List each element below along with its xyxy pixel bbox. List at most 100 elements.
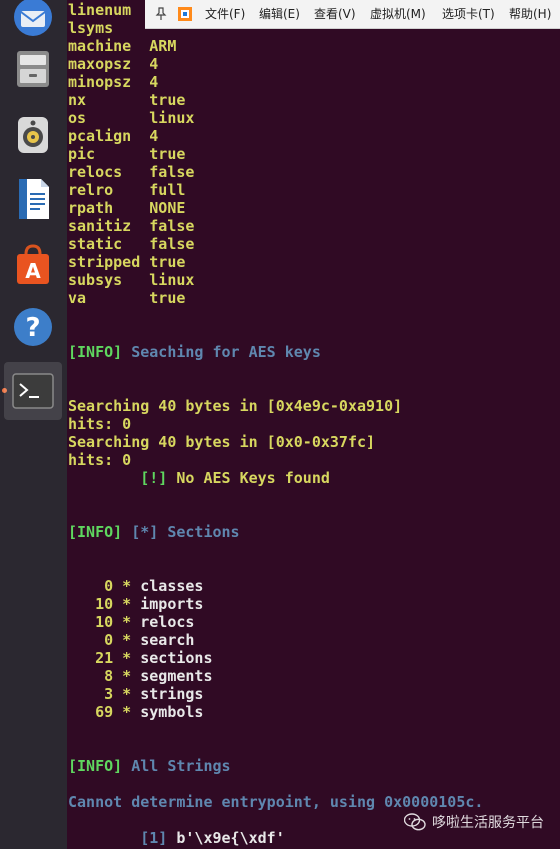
terminal-line: 10 * imports: [68, 595, 203, 613]
terminal-line: lsyms: [68, 19, 113, 37]
terminal-text: 3 *: [68, 685, 141, 703]
terminal-line: pic true: [68, 145, 185, 163]
terminal-line: [INFO] Seaching for AES keys: [68, 343, 321, 361]
terminal-line: 0 * classes: [68, 577, 203, 595]
terminal-text: pcalign 4: [68, 127, 159, 145]
help-icon[interactable]: ?: [4, 298, 62, 356]
terminal-line: 21 * sections: [68, 649, 212, 667]
svg-text:A: A: [25, 259, 41, 283]
terminal-line: [INFO] [*] Sections: [68, 523, 240, 541]
terminal-text: 0 *: [68, 577, 141, 595]
terminal-line: 10 * relocs: [68, 613, 194, 631]
terminal-text: linenum: [68, 1, 132, 19]
terminal-line: [INFO] All Strings: [68, 757, 231, 775]
terminal-text: b'\x9e{\xdf': [167, 829, 285, 847]
terminal-text: [1]: [68, 829, 168, 847]
terminal-text: relocs false: [68, 163, 195, 181]
terminal-text: strings: [140, 685, 204, 703]
terminal-line: nx true: [68, 91, 185, 109]
terminal-line: va true: [68, 289, 185, 307]
wechat-icon: [404, 813, 426, 831]
terminal-text: [*] Sections: [122, 523, 240, 541]
terminal-line: subsys linux: [68, 271, 194, 289]
terminal-text: hits: 0: [68, 451, 132, 469]
terminal-line: Searching 40 bytes in [0x0-0x37fc]: [68, 433, 375, 451]
rhythmbox-icon[interactable]: [4, 106, 62, 164]
fullscreen-icon[interactable]: [174, 3, 196, 25]
pin-icon[interactable]: [150, 3, 172, 25]
terminal-line: maxopsz 4: [68, 55, 158, 73]
watermark-text: 哆啦生活服务平台: [432, 815, 544, 831]
terminal-text: stripped true: [68, 253, 186, 271]
terminal-line: 3 * strings: [68, 685, 203, 703]
terminal-text: 69 *: [68, 703, 141, 721]
terminal-line: relro full: [68, 181, 185, 199]
terminal-line: sanitiz false: [68, 217, 194, 235]
terminal-text: subsys linux: [68, 271, 195, 289]
menu-edit[interactable]: 编辑(E): [259, 6, 300, 22]
terminal-text: search: [140, 631, 195, 649]
terminal-line: os linux: [68, 109, 194, 127]
terminal-line: 0 * search: [68, 631, 194, 649]
terminal-text: machine ARM: [68, 37, 177, 55]
terminal-text: [!]: [68, 469, 168, 487]
menu-file[interactable]: 文件(F): [205, 6, 245, 22]
terminal-line: hits: 0: [68, 415, 131, 433]
writer-icon[interactable]: [4, 170, 62, 228]
terminal-text: relocs: [140, 613, 195, 631]
terminal-line: Cannot determine entrypoint, using 0x000…: [68, 793, 483, 811]
terminal-text: symbols: [140, 703, 204, 721]
menu-view[interactable]: 查看(V): [314, 6, 356, 22]
terminal-text: imports: [140, 595, 204, 613]
terminal-line: rpath NONE: [68, 199, 185, 217]
terminal-text: lsyms: [68, 19, 114, 37]
terminal-text: Searching 40 bytes in [0x0-0x37fc]: [68, 433, 376, 451]
terminal-text: nx true: [68, 91, 186, 109]
terminal-text: sanitiz false: [68, 217, 195, 235]
terminal-text: relro full: [68, 181, 186, 199]
watermark: 哆啦生活服务平台: [404, 812, 544, 832]
terminal-line: 69 * symbols: [68, 703, 203, 721]
svg-text:?: ?: [25, 313, 40, 343]
terminal-output[interactable]: linenum lsyms machine ARM maxopsz 4 minopsz …: [67, 0, 560, 849]
terminal-text: hits: 0: [68, 415, 132, 433]
terminal-text: [INFO]: [68, 343, 123, 361]
terminal-line: [!] No AES Keys found: [68, 469, 330, 487]
terminal-line: minopsz 4: [68, 73, 158, 91]
terminal-line: machine ARM: [68, 37, 176, 55]
terminal-text: [INFO]: [68, 757, 123, 775]
terminal-icon[interactable]: [4, 362, 62, 420]
software-center-icon[interactable]: A: [4, 236, 62, 294]
terminal-text: Searching 40 bytes in [0x4e9c-0xa910]: [68, 397, 403, 415]
terminal-line: relocs false: [68, 163, 194, 181]
terminal-text: 10 *: [68, 595, 141, 613]
terminal-line: linenum: [68, 1, 131, 19]
terminal-text: No AES Keys found: [167, 469, 330, 487]
vm-toolbar: 文件(F) 编辑(E) 查看(V) 虚拟机(M) 选项卡(T) 帮助(H): [145, 0, 560, 29]
terminal-text: 8 *: [68, 667, 141, 685]
terminal-text: minopsz 4: [68, 73, 159, 91]
terminal-text: pic true: [68, 145, 186, 163]
terminal-text: segments: [140, 667, 213, 685]
terminal-line: Searching 40 bytes in [0x4e9c-0xa910]: [68, 397, 402, 415]
terminal-text: 21 *: [68, 649, 141, 667]
screen: linenum lsyms machine ARM maxopsz 4 minopsz …: [0, 0, 560, 849]
terminal-text: rpath NONE: [68, 199, 186, 217]
terminal-text: va true: [68, 289, 186, 307]
terminal-text: os linux: [68, 109, 195, 127]
terminal-text: maxopsz 4: [68, 55, 159, 73]
files-icon[interactable]: [4, 40, 62, 98]
menu-vm[interactable]: 虚拟机(M): [370, 6, 426, 22]
ubuntu-launcher: A ?: [0, 0, 67, 849]
terminal-text: static false: [68, 235, 195, 253]
menu-tabs[interactable]: 选项卡(T): [442, 6, 495, 22]
menu-help[interactable]: 帮助(H): [509, 6, 551, 22]
terminal-text: 10 *: [68, 613, 141, 631]
terminal-text: 0 *: [68, 631, 141, 649]
terminal-line: static false: [68, 235, 194, 253]
terminal-text: [INFO]: [68, 523, 123, 541]
terminal-line: hits: 0: [68, 451, 131, 469]
terminal-text: All Strings: [122, 757, 231, 775]
terminal-line: [1] b'\x9e{\xdf': [68, 829, 285, 847]
terminal-line: stripped true: [68, 253, 185, 271]
